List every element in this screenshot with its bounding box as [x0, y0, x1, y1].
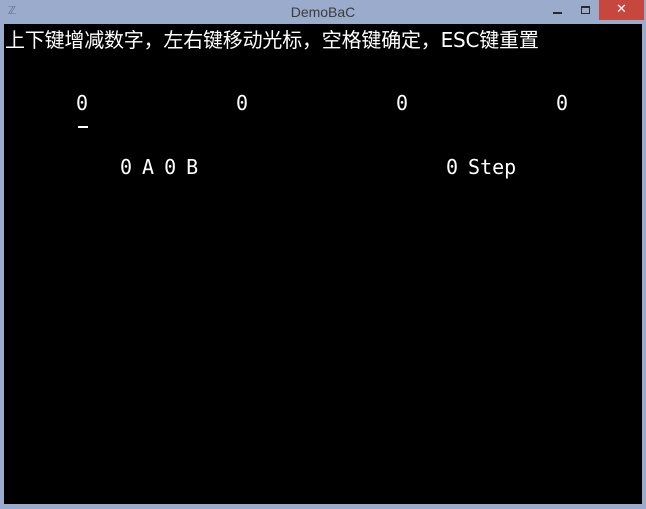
digit-4: 0 [556, 91, 569, 115]
maximize-button[interactable] [572, 0, 599, 20]
result-ab: 0A0B [120, 155, 198, 179]
b-label: B [186, 155, 199, 179]
b-count: 0 [164, 155, 177, 179]
step-label: Step [468, 155, 517, 179]
maximize-icon [581, 6, 590, 14]
a-label: A [142, 155, 155, 179]
minimize-icon [553, 12, 562, 14]
instructions-text: 上下键增减数字，左右键移动光标，空格键确定，ESC键重置 [5, 28, 539, 52]
digit-1: 0 [76, 91, 89, 115]
a-count: 0 [120, 155, 133, 179]
digit-3: 0 [396, 91, 409, 115]
text-cursor [78, 126, 88, 128]
close-icon: ✕ [616, 2, 627, 17]
console-area[interactable]: 上下键增减数字，左右键移动光标，空格键确定，ESC键重置 0 0 0 0 0A0… [4, 24, 642, 504]
minimize-button[interactable] [543, 0, 572, 20]
result-step: 0 Step [446, 155, 516, 179]
app-window: ℤ DemoBaC ✕ 上下键增减数字，左右键移动光标，空格键确定，ESC键重置… [0, 0, 646, 509]
step-count: 0 [446, 155, 459, 179]
close-button[interactable]: ✕ [599, 0, 644, 20]
title-bar[interactable]: ℤ DemoBaC ✕ [0, 0, 646, 24]
digit-2: 0 [236, 91, 249, 115]
